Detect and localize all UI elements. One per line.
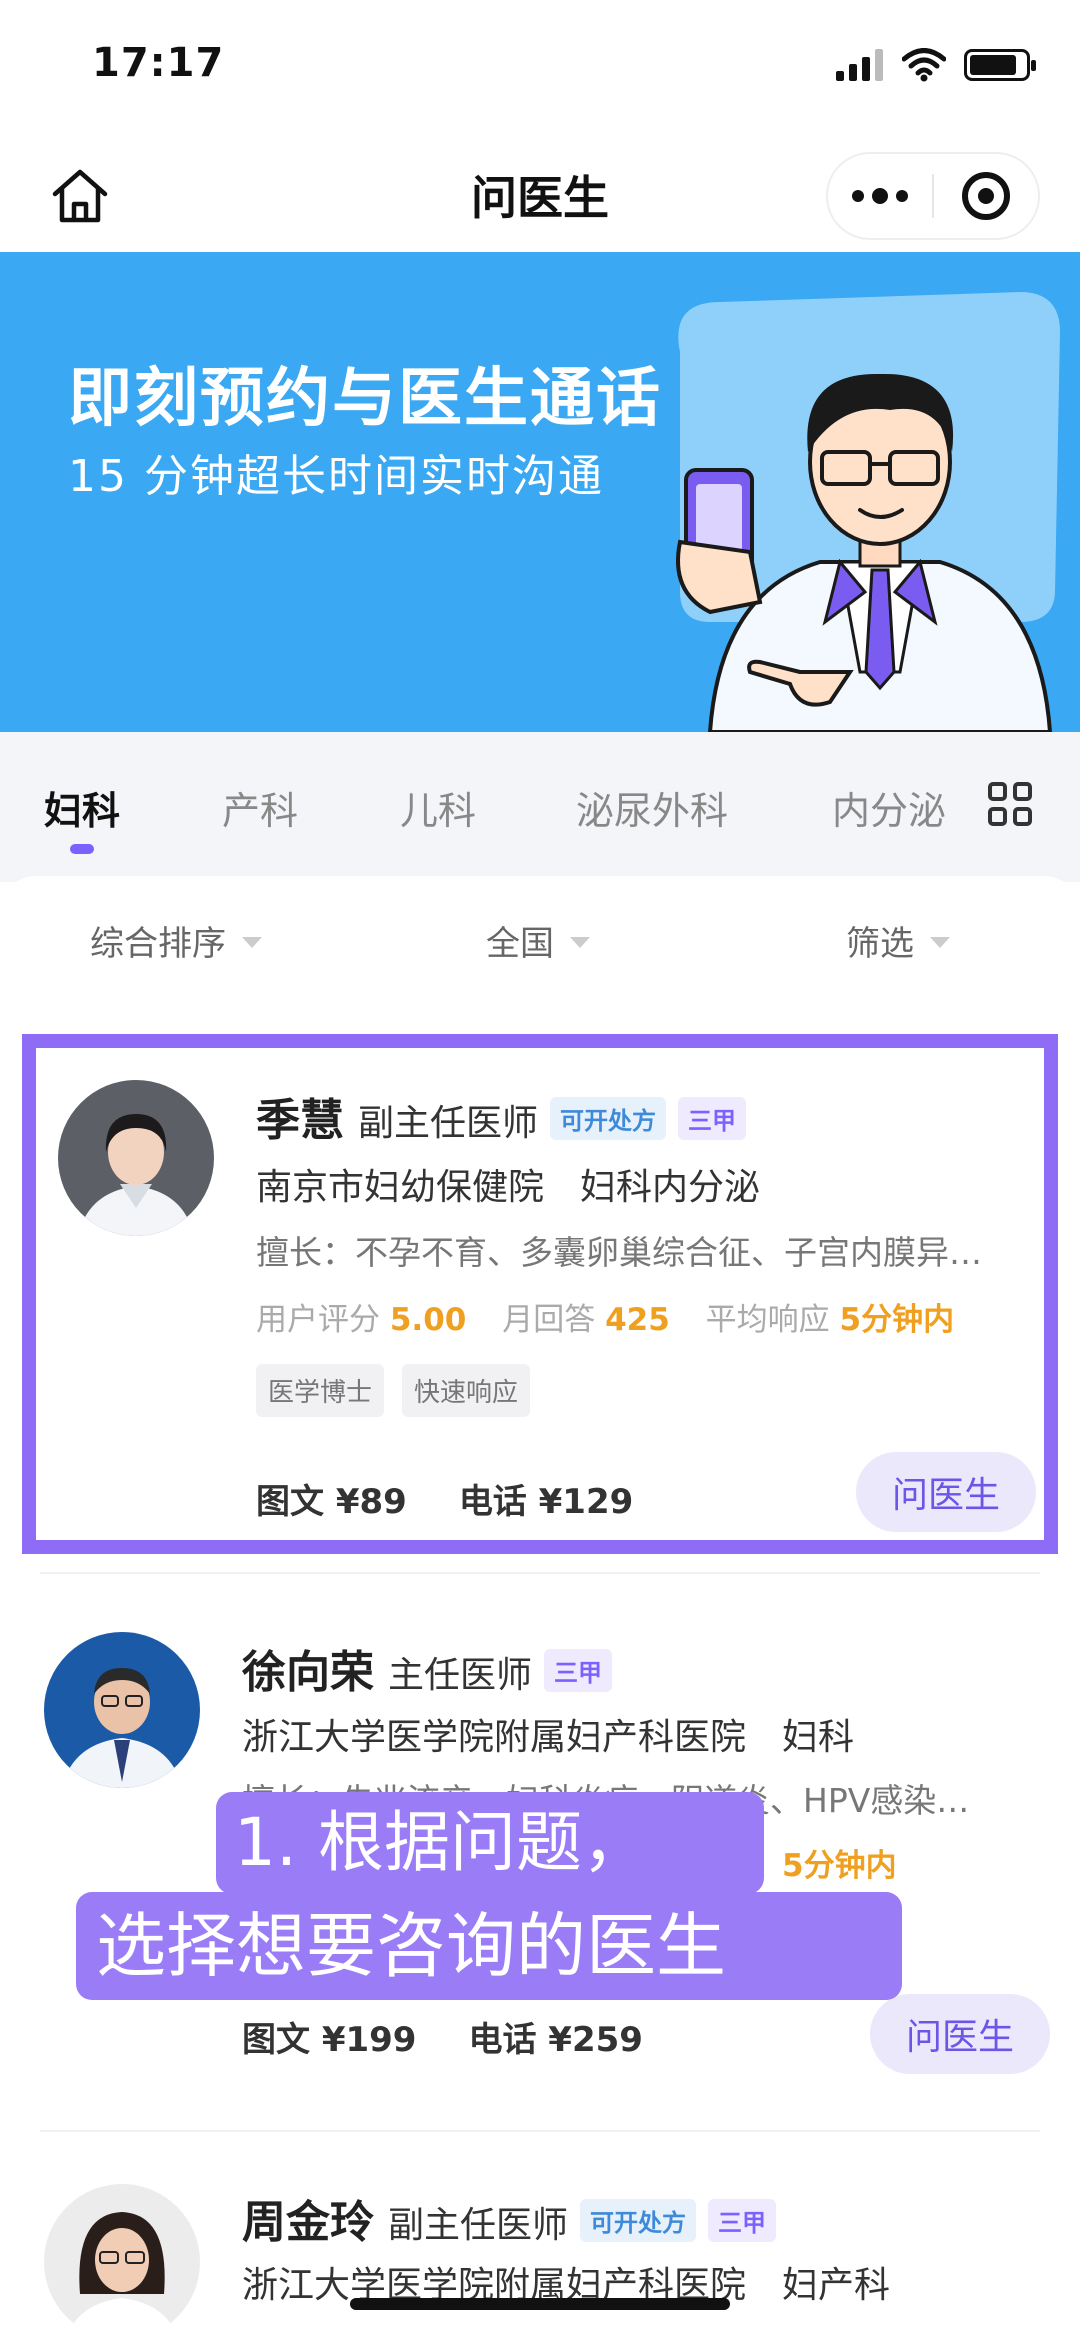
home-indicator — [350, 2298, 730, 2310]
doctor-avatar — [44, 1632, 200, 1788]
tab-gynecology[interactable]: 妇科 — [44, 780, 120, 835]
list-divider — [40, 2130, 1040, 2132]
ask-doctor-button[interactable]: 问医生 — [856, 1452, 1036, 1532]
department-tabs: 妇科 产科 儿科 泌尿外科 内分泌 — [0, 732, 1080, 882]
region-dropdown-label: 全国 — [486, 924, 554, 964]
doctor-name-row: 周金玲 副主任医师 可开处方 三甲 — [242, 2186, 777, 2250]
tab-urology[interactable]: 泌尿外科 — [576, 780, 728, 835]
doctor-avatar — [44, 2184, 200, 2337]
doctor-stats: 5分钟内 — [782, 1840, 897, 1885]
doctor-stats: 用户评分 5.00 月回答 425 平均响应 5分钟内 — [256, 1294, 954, 1339]
doctor-name-row: 徐向荣 主任医师 三甲 — [242, 1636, 613, 1700]
banner-subtitle: 15 分钟超长时间实时沟通 — [68, 451, 604, 502]
doctor-tag: 医学博士 — [256, 1364, 385, 1417]
response-time-value: 5分钟内 — [782, 1848, 897, 1884]
sort-dropdown[interactable]: 综合排序 — [90, 916, 262, 965]
doctor-hospital: 浙江大学医学院附属妇产科医院 妇科 — [242, 1717, 855, 1758]
text-consult-price: 图文 ¥89 — [256, 1482, 407, 1522]
more-dot-icon — [852, 190, 865, 202]
banner-title: 即刻预约与医生通话 — [68, 362, 662, 436]
miniprogram-capsule — [826, 152, 1040, 240]
status-icons — [836, 48, 1036, 82]
doctor-card[interactable]: 季慧 副主任医师 可开处方 三甲 南京市妇幼保健院 妇科内分泌 擅长：不孕不育、多囊卵… — [22, 1034, 1058, 1554]
phone-consult-price: 电话 ¥259 — [468, 2020, 643, 2060]
list-divider — [40, 1572, 1040, 1574]
doctor-specialty: 擅长：不孕不育、多囊卵巢综合征、子宫内膜异… — [256, 1233, 982, 1272]
monthly-answers-label: 月回答 — [502, 1302, 596, 1338]
tab-obstetrics[interactable]: 产科 — [222, 780, 298, 835]
status-time: 17:17 — [92, 40, 225, 86]
promo-banner[interactable]: 即刻预约与医生通话 15 分钟超长时间实时沟通 — [0, 252, 1080, 732]
dropdown-arrow-icon — [242, 937, 262, 948]
doctor-prices: 图文 ¥89 电话 ¥129 — [256, 1474, 633, 1523]
response-time-label: 平均响应 — [705, 1302, 830, 1338]
all-departments-grid-icon[interactable] — [988, 782, 1032, 826]
doctor-title: 副主任医师 — [358, 1103, 539, 1144]
text-consult-price: 图文 ¥199 — [242, 2020, 417, 2060]
doctor-name: 季慧 — [256, 1095, 344, 1146]
filter-dropdown-label: 筛选 — [846, 924, 914, 964]
battery-icon — [964, 49, 1036, 81]
phone-consult-price: 电话 ¥129 — [458, 1482, 634, 1522]
doctor-title: 副主任医师 — [388, 2205, 569, 2246]
doctor-title: 主任医师 — [388, 1655, 533, 1696]
region-dropdown[interactable]: 全国 — [486, 916, 590, 965]
more-dot-icon — [896, 190, 909, 202]
doctor-illustration-icon — [676, 292, 1060, 732]
tab-endocrinology[interactable]: 内分泌 — [832, 780, 946, 835]
doctor-hospital: 南京市妇幼保健院 妇科内分泌 — [256, 1167, 761, 1208]
doctor-prices: 图文 ¥199 电话 ¥259 — [242, 2012, 643, 2061]
tutorial-caption-line2: 选择想要咨询的医生 — [76, 1892, 902, 2000]
hospital-level-badge: 三甲 — [708, 2199, 777, 2242]
prescription-badge: 可开处方 — [550, 1097, 667, 1140]
close-miniprogram-button[interactable] — [934, 154, 1038, 238]
nav-bar: 问医生 — [0, 140, 1080, 252]
doctor-name-row: 季慧 副主任医师 可开处方 三甲 — [256, 1084, 747, 1148]
tutorial-caption-line1: 1. 根据问题， — [216, 1792, 764, 1894]
active-tab-indicator — [70, 844, 94, 854]
doctor-tag: 快速响应 — [402, 1364, 531, 1417]
sort-dropdown-label: 综合排序 — [90, 924, 226, 964]
hospital-level-badge: 三甲 — [544, 1649, 613, 1692]
filter-dropdown[interactable]: 筛选 — [846, 916, 950, 965]
doctor-avatar — [58, 1080, 214, 1236]
more-dot-icon — [872, 188, 889, 204]
monthly-answers-value: 425 — [605, 1302, 670, 1338]
hospital-level-badge: 三甲 — [678, 1097, 747, 1140]
ask-doctor-button[interactable]: 问医生 — [870, 1994, 1050, 2074]
more-button[interactable] — [828, 154, 932, 238]
target-icon — [961, 172, 1010, 220]
cellular-signal-icon — [836, 49, 883, 81]
wifi-icon — [902, 48, 946, 82]
dropdown-arrow-icon — [570, 937, 590, 948]
dropdown-arrow-icon — [930, 937, 950, 948]
tab-pediatrics[interactable]: 儿科 — [400, 780, 476, 835]
doctor-name: 徐向荣 — [242, 1647, 374, 1698]
prescription-badge: 可开处方 — [580, 2199, 697, 2242]
rating-value: 5.00 — [389, 1302, 467, 1338]
filter-bar: 综合排序 全国 筛选 — [0, 916, 1080, 996]
doctor-tags: 医学博士 快速响应 — [256, 1364, 531, 1417]
status-bar: 17:17 — [0, 0, 1080, 140]
response-time-value: 5分钟内 — [839, 1302, 955, 1338]
doctor-name: 周金玲 — [242, 2197, 374, 2248]
rating-label: 用户评分 — [256, 1302, 380, 1338]
